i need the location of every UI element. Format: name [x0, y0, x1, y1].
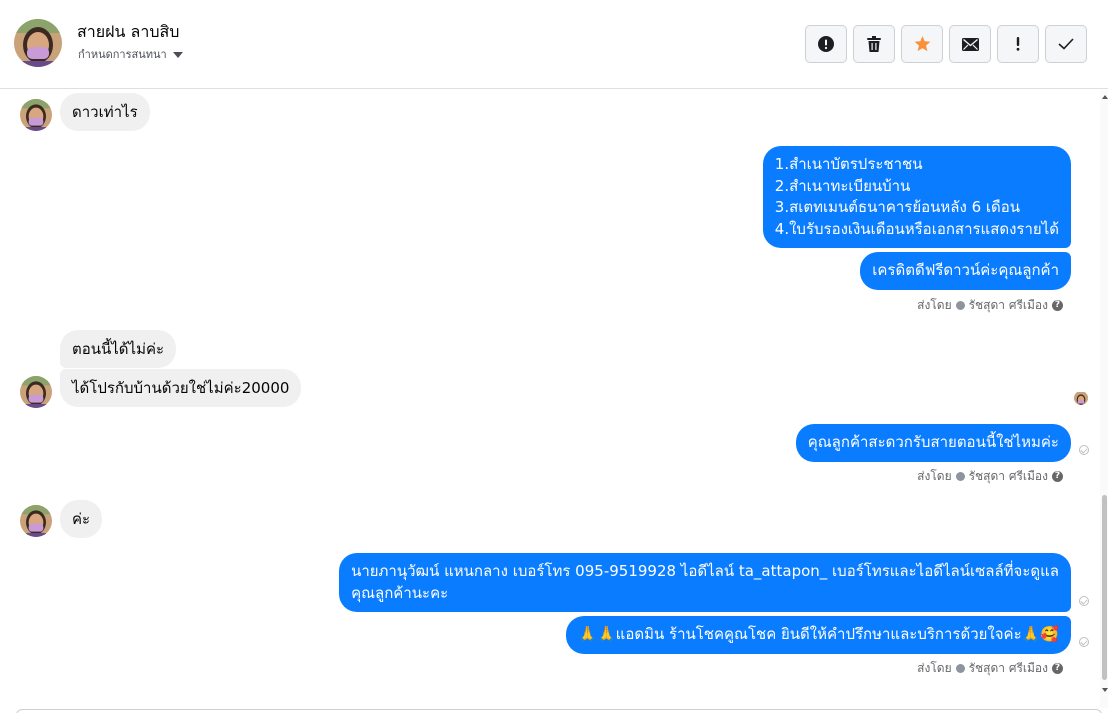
sent-by-label: ส่งโดย [917, 469, 952, 483]
conversation-toolbar [805, 25, 1087, 63]
sent-by-info: ส่งโดย รัชสุดา ศรีเมือง ? [917, 659, 1063, 678]
outgoing-message: 1.สำเนาบัตรประชาชน 2.สำเนาทะเบียนบ้าน 3.… [762, 146, 1071, 248]
mark-spam-button[interactable] [997, 25, 1039, 63]
sent-by-info: ส่งโดย รัชสุดา ศรีเมือง ? [917, 296, 1063, 315]
incoming-message: ดาวเท่าไร [60, 93, 150, 131]
conversation-settings-dropdown[interactable]: กำหนดการสนทนา [78, 45, 183, 63]
message-line: นายภานุวัฒน์ แหนกลาง เบอร์โทร 095-951992… [351, 562, 1059, 580]
sent-by-info: ส่งโดย รัชสุดา ศรีเมือง ? [917, 467, 1063, 486]
help-icon[interactable]: ? [1052, 471, 1063, 482]
conversation-header: สายฝน ลาบสิบ กำหนดการสนทนา [0, 0, 1108, 89]
mark-done-button[interactable] [1045, 25, 1087, 63]
outgoing-message: คุณลูกค้าสะดวกรับสายตอนนี้ใช่ไหมค่ะ [795, 424, 1071, 462]
trash-icon [867, 36, 881, 52]
admin-icon [955, 301, 965, 310]
report-button[interactable] [805, 25, 847, 63]
sent-by-agent: รัชสุดา ศรีเมือง [968, 661, 1048, 675]
message-line: 4.ใบรับรองเงินเดือนหรือเอกสารแสดงรายได้ [774, 219, 1059, 238]
admin-icon [955, 472, 965, 481]
scroll-up-icon[interactable] [1102, 95, 1108, 99]
contact-avatar[interactable] [14, 19, 62, 67]
star-button[interactable] [901, 25, 943, 63]
sent-by-label: ส่งโดย [917, 661, 952, 675]
scrollbar-thumb[interactable] [1102, 495, 1107, 680]
report-icon [818, 36, 834, 52]
delivered-check-icon [1079, 596, 1089, 606]
incoming-message: ค่ะ [60, 500, 103, 538]
checkmark-icon [1058, 38, 1074, 50]
outgoing-message: 🙏🙏แอดมิน ร้านโชคคูณโชค ยินดีให้คำปรึกษาแ… [566, 616, 1071, 654]
admin-icon [955, 664, 965, 673]
conversation-settings-label: กำหนดการสนทนา [78, 48, 167, 61]
mail-button[interactable] [949, 25, 991, 63]
message-thread: ดาวเท่าไร 1.สำเนาบัตรประชาชน 2.สำเนาทะเบ… [0, 90, 1100, 708]
message-line: คุณลูกค้านะคะ [351, 583, 449, 602]
sent-by-label: ส่งโดย [917, 298, 952, 312]
outgoing-message: เครดิตดีฟรีดาวน์ค่ะคุณลูกค้า [860, 252, 1071, 290]
exclamation-icon [1016, 37, 1020, 51]
help-icon[interactable]: ? [1052, 663, 1063, 674]
contact-name: สายฝน ลาบสิบ [77, 22, 180, 41]
contact-message-avatar [20, 376, 52, 408]
scroll-down-icon[interactable] [1102, 688, 1108, 692]
delivered-check-icon [1079, 445, 1089, 455]
incoming-message: ได้โปรกับบ้านด้วยใช่ไม่ค่ะ20000 [60, 369, 302, 407]
help-icon[interactable]: ? [1052, 300, 1063, 311]
message-line: 2.สำเนาทะเบียนบ้าน [774, 176, 911, 195]
seen-by-avatar [1074, 391, 1088, 405]
sent-by-agent: รัชสุดา ศรีเมือง [968, 298, 1048, 312]
outgoing-message: นายภานุวัฒน์ แหนกลาง เบอร์โทร 095-951992… [339, 553, 1071, 612]
sent-by-agent: รัชสุดา ศรีเมือง [968, 469, 1048, 483]
message-line: 3.สเตทเมนต์ธนาคารย้อนหลัง 6 เดือน [774, 198, 1021, 216]
contact-message-avatar [20, 505, 52, 537]
caret-down-icon [172, 51, 183, 58]
message-line: 1.สำเนาบัตรประชาชน [774, 155, 923, 173]
delete-button[interactable] [853, 25, 895, 63]
contact-message-avatar [20, 99, 52, 131]
incoming-message: ตอนนี้ได้ไม่ค่ะ [60, 330, 177, 368]
message-composer[interactable] [16, 709, 1102, 713]
mail-icon [961, 37, 979, 51]
star-icon [914, 36, 930, 52]
delivered-check-icon [1079, 637, 1089, 647]
